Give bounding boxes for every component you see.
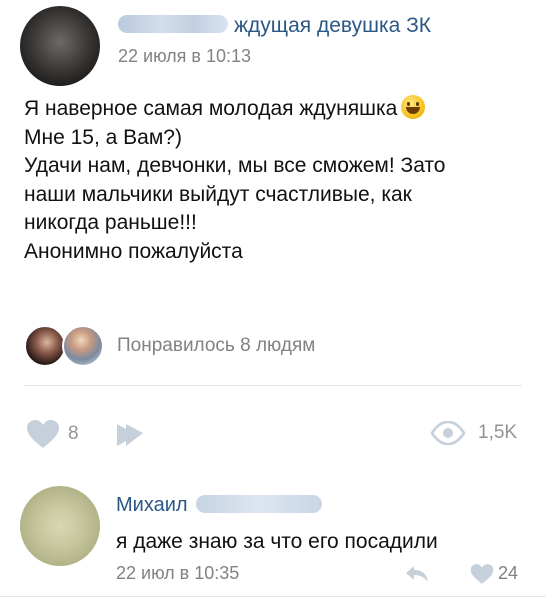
post-author-name[interactable]: ждущая девушка ЗК — [234, 14, 431, 37]
post-date[interactable]: 22 июля в 10:13 — [118, 46, 251, 67]
comment-author-avatar[interactable] — [20, 486, 100, 566]
comment-like-count: 24 — [498, 563, 519, 583]
blurred-author-name — [118, 15, 228, 33]
divider — [24, 385, 522, 386]
post-author-row[interactable]: ждущая девушка ЗК — [118, 14, 431, 38]
eye-icon — [430, 421, 466, 445]
post-text: Я наверное самая молодая ждуняшка Мне 15… — [24, 95, 534, 267]
post-text-line: наши мальчики выйдут счастливые, как — [24, 182, 412, 206]
views-count: 1,5K — [478, 422, 518, 443]
reply-icon[interactable] — [404, 564, 430, 584]
smile-emoji-icon — [401, 95, 426, 119]
likers-avatars[interactable] — [24, 325, 108, 369]
post-text-line: Мне 15, а Вам?) — [24, 125, 182, 149]
post-text-line: Удачи нам, девчонки, мы все сможем! Зато — [24, 154, 446, 178]
comment-text: я даже знаю за что его посадили — [116, 530, 438, 553]
heart-icon[interactable] — [470, 563, 494, 585]
blurred-surname — [195, 495, 322, 513]
post-author-avatar[interactable] — [20, 6, 100, 86]
comment-author-row[interactable]: Михаил — [116, 494, 322, 517]
post-text-line: Я наверное самая молодая ждуняшка — [24, 95, 534, 124]
likes-summary[interactable]: Понравилось 8 людям — [117, 335, 315, 357]
comment-date[interactable]: 22 июл в 10:35 — [116, 563, 239, 584]
divider — [0, 596, 546, 597]
comment-author-name[interactable]: Михаил — [116, 494, 188, 516]
post-text-line: Анонимно пожалуйста — [24, 239, 243, 263]
liker-avatar[interactable] — [24, 325, 66, 367]
post-text-line: никогда раньше!!! — [24, 211, 197, 235]
liker-avatar[interactable] — [62, 325, 104, 367]
